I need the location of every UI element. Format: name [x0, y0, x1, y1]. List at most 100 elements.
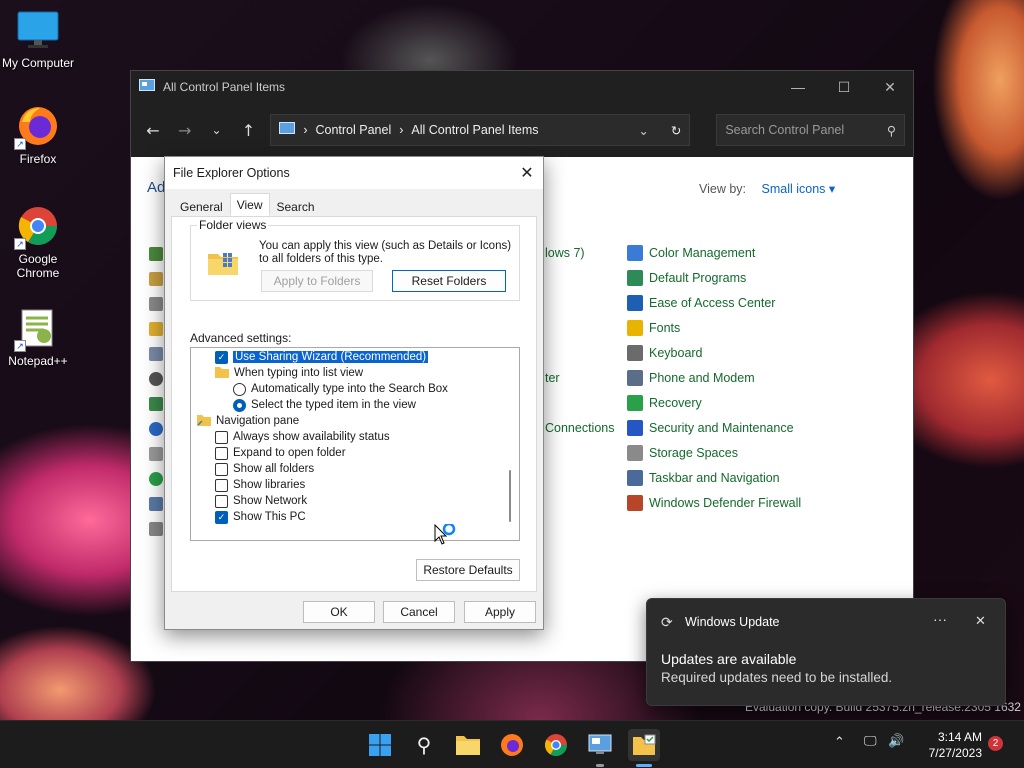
advanced-setting-row[interactable]: Select the typed item in the view — [233, 397, 416, 413]
ok-button[interactable]: OK — [303, 601, 375, 623]
apply-to-folders-button[interactable]: Apply to Folders — [261, 270, 373, 292]
item-icon — [149, 272, 163, 286]
breadcrumb-all-items[interactable]: All Control Panel Items — [411, 123, 538, 137]
cp-item-label: Taskbar and Navigation — [649, 471, 780, 485]
cp-item-partial[interactable]: ter — [545, 371, 560, 385]
windows-update-toast[interactable]: ⟳ Windows Update ··· ✕ Updates are avail… — [646, 598, 1006, 706]
advanced-settings-list[interactable]: ✓ Use Sharing Wizard (Recommended) When ty… — [190, 347, 520, 541]
cp-item[interactable]: Fonts — [627, 320, 680, 336]
advanced-setting-row[interactable]: Expand to open folder — [215, 445, 346, 461]
cp-item[interactable]: Default Programs — [627, 270, 746, 286]
advanced-setting-row[interactable]: ✓ Show This PC — [215, 509, 306, 525]
advanced-setting-row[interactable]: When typing into list view — [215, 365, 363, 381]
cp-item[interactable]: Recovery — [627, 395, 702, 411]
window-title: All Control Panel Items — [163, 80, 286, 94]
tab-search[interactable]: Search — [270, 195, 322, 216]
control-panel-icon[interactable] — [584, 729, 616, 767]
desktop-icon-label: Firefox — [19, 152, 57, 166]
recent-locations-button[interactable]: ⌄ — [203, 115, 231, 145]
forward-button[interactable]: → — [171, 115, 199, 145]
advanced-setting-label: Select the typed item in the view — [251, 399, 416, 411]
checkbox[interactable] — [215, 494, 228, 508]
windows-logo-icon — [369, 734, 391, 756]
dialog-close-button[interactable]: ✕ — [511, 163, 543, 183]
checkbox[interactable] — [215, 430, 228, 444]
search-icon[interactable]: ⚲ — [887, 123, 896, 138]
cp-item-partial[interactable]: lows 7) — [545, 246, 585, 260]
chevron-up-icon[interactable]: ⌃ — [834, 735, 845, 750]
back-button[interactable]: ← — [139, 115, 167, 145]
refresh-icon[interactable]: ↻ — [671, 123, 681, 138]
view-by: View by: Small icons ▾ — [699, 181, 835, 196]
advanced-setting-row[interactable]: Show all folders — [215, 461, 314, 477]
tab-general[interactable]: General — [173, 195, 230, 216]
cp-item-label: Color Management — [649, 246, 756, 260]
advanced-setting-row[interactable]: Show libraries — [215, 477, 305, 493]
advanced-setting-row[interactable]: Automatically type into the Search Box — [233, 381, 448, 397]
view-by-dropdown[interactable]: Small icons ▾ — [762, 182, 836, 196]
cp-item[interactable]: Storage Spaces — [627, 445, 738, 461]
apply-button[interactable]: Apply — [464, 601, 536, 623]
desktop-icon-notepadpp[interactable]: ↗ Notepad++ — [0, 306, 76, 368]
desktop-icon-my-computer[interactable]: My Computer — [0, 8, 76, 70]
breadcrumb-separator-icon: › — [303, 123, 308, 137]
maximize-button[interactable]: ☐ — [821, 71, 867, 103]
item-icon — [627, 470, 643, 486]
cp-item[interactable]: Ease of Access Center — [627, 295, 775, 311]
advanced-setting-label: Show This PC — [233, 511, 306, 523]
item-icon — [627, 345, 643, 361]
search-input[interactable]: Search Control Panel ⚲ — [716, 114, 905, 146]
cp-item[interactable]: Taskbar and Navigation — [627, 470, 780, 486]
checkbox[interactable] — [215, 446, 228, 460]
cancel-button[interactable]: Cancel — [383, 601, 455, 623]
cp-item[interactable]: Windows Defender Firewall — [627, 495, 801, 511]
restore-defaults-button[interactable]: Restore Defaults — [416, 559, 520, 581]
toast-body: Required updates need to be installed. — [661, 670, 893, 685]
window-titlebar[interactable]: All Control Panel Items — ☐ ✕ — [131, 71, 913, 103]
advanced-setting-row[interactable]: ✓ Use Sharing Wizard (Recommended) — [215, 349, 429, 365]
firefox-icon[interactable] — [496, 729, 528, 761]
checkbox[interactable]: ✓ — [215, 350, 228, 364]
cp-item[interactable]: Security and Maintenance — [627, 420, 794, 436]
address-box[interactable]: › Control Panel › All Control Panel Item… — [270, 114, 691, 146]
dialog-titlebar[interactable]: File Explorer Options ✕ — [165, 157, 543, 189]
search-icon[interactable]: ⚲ — [408, 729, 440, 761]
chrome-icon[interactable] — [540, 729, 572, 761]
reset-folders-button[interactable]: Reset Folders — [392, 270, 506, 292]
network-icon[interactable]: 🖵 — [864, 734, 877, 749]
cp-item[interactable]: Keyboard — [627, 345, 703, 361]
start-button[interactable] — [364, 729, 396, 761]
up-button[interactable]: ↑ — [234, 115, 262, 145]
close-button[interactable]: ✕ — [867, 71, 913, 103]
cp-item[interactable]: Color Management — [627, 245, 755, 261]
clock[interactable]: 3:14 AM 7/27/2023 — [892, 729, 982, 761]
chevron-down-icon[interactable]: ⌄ — [638, 123, 648, 138]
advanced-setting-row[interactable]: Always show availability status — [215, 429, 390, 445]
advanced-setting-label: Always show availability status — [233, 431, 390, 443]
more-options-icon[interactable]: ··· — [933, 611, 947, 627]
item-icon — [627, 320, 643, 336]
file-explorer-options-icon[interactable] — [628, 729, 660, 767]
checkbox[interactable]: ✓ — [215, 510, 228, 524]
desktop-icon-label: My Computer — [1, 56, 75, 70]
minimize-button[interactable]: — — [775, 71, 821, 103]
file-explorer-icon[interactable] — [452, 729, 484, 761]
checkbox[interactable] — [215, 462, 228, 476]
cp-item-label: Storage Spaces — [649, 446, 738, 460]
cp-item[interactable]: Phone and Modem — [627, 370, 755, 386]
checkbox[interactable] — [215, 478, 228, 492]
radio-button[interactable] — [233, 382, 246, 396]
desktop-icon-chrome[interactable]: ↗ Google Chrome — [0, 204, 76, 280]
advanced-setting-row[interactable]: Show Network — [215, 493, 307, 509]
tab-view[interactable]: View — [229, 193, 270, 216]
shortcut-arrow-icon: ↗ — [14, 138, 26, 150]
desktop-icon-firefox[interactable]: ↗ Firefox — [0, 104, 76, 166]
advanced-setting-row[interactable]: Navigation pane — [197, 413, 299, 429]
breadcrumb-control-panel[interactable]: Control Panel — [315, 123, 391, 137]
cp-item-partial[interactable]: Connections — [545, 421, 615, 435]
toast-close-icon[interactable]: ✕ — [975, 613, 986, 629]
notification-badge[interactable]: 2 — [988, 736, 1003, 751]
advanced-setting-label: Show Network — [233, 495, 308, 507]
radio-button[interactable] — [233, 398, 246, 412]
scrollbar-thumb[interactable] — [509, 470, 511, 522]
